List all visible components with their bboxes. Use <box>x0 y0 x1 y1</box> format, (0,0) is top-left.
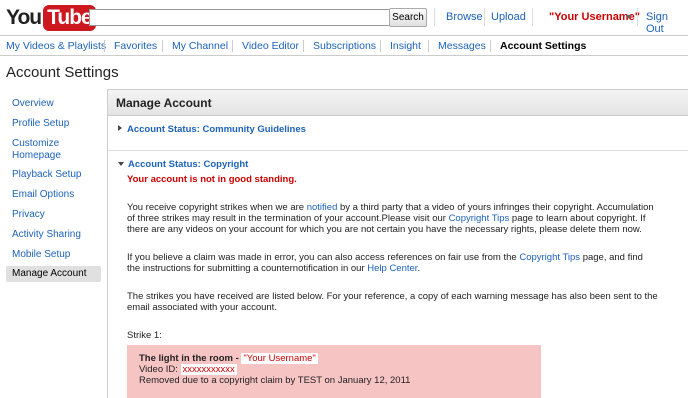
divider <box>490 40 491 52</box>
expand-arrow-icon[interactable] <box>118 125 122 131</box>
community-guidelines-title[interactable]: Account Status: Community Guidelines <box>127 124 306 135</box>
strikes-explanation: You receive copyright strikes when we ar… <box>118 202 658 235</box>
text: . <box>417 263 421 274</box>
sidebar-item-playback-setup[interactable]: Playback Setup <box>6 167 101 183</box>
account-nav: My Videos & Playlists Favorites My Chann… <box>0 35 688 56</box>
sidebar-item-customize-homepage[interactable]: Customize Homepage <box>6 136 66 164</box>
divider <box>434 8 435 26</box>
sign-out-link[interactable]: Sign Out <box>646 11 688 35</box>
divider <box>532 8 533 26</box>
divider <box>484 8 485 26</box>
nav-my-channel[interactable]: My Channel <box>172 40 228 52</box>
copyright-section-title[interactable]: Account Status: Copyright <box>128 159 248 170</box>
notified-link[interactable]: notified <box>307 202 338 213</box>
video-id-label: Video ID: <box>139 364 181 375</box>
main-panel: Manage Account Account Status: Community… <box>107 89 688 398</box>
copyright-tips-link-2[interactable]: Copyright Tips <box>519 252 580 263</box>
strike-video-title: The light in the room - <box>139 353 242 364</box>
header: You Tube Search Browse Upload "Your User… <box>0 0 688 36</box>
strikes-list-intro: The strikes you have received are listed… <box>127 291 658 313</box>
page-title: Account Settings <box>6 64 119 81</box>
upload-link[interactable]: Upload <box>491 11 526 23</box>
text: If you believe a claim was made in error… <box>127 252 520 263</box>
claim-error-info: If you believe a claim was made in error… <box>118 252 658 274</box>
strike-removed-text: Removed due to a copyright claim by TEST… <box>139 375 411 386</box>
logo-tube-text: Tube <box>43 5 96 31</box>
search-button[interactable]: Search <box>389 8 427 27</box>
logo-you-text: You <box>6 6 42 29</box>
strike-username: "Your Username" <box>241 353 318 364</box>
sidebar-item-manage-account[interactable]: Manage Account <box>6 266 101 282</box>
divider <box>232 40 233 52</box>
help-center-link[interactable]: Help Center <box>367 263 417 274</box>
copyright-tips-link[interactable]: Copyright Tips <box>449 213 510 224</box>
divider <box>104 40 105 52</box>
divider <box>428 40 429 52</box>
account-warning: Your account is not in good standing. <box>127 174 297 185</box>
copyright-section-header[interactable]: Account Status: Copyright <box>118 159 678 170</box>
chevron-down-icon[interactable] <box>626 15 632 19</box>
community-guidelines-section[interactable]: Account Status: Community Guidelines <box>108 116 688 151</box>
strike-card: The light in the room - "Your Username" … <box>127 345 541 398</box>
text: You receive copyright strikes when we ar… <box>127 202 307 213</box>
sidebar-item-activity-sharing[interactable]: Activity Sharing <box>6 227 101 243</box>
nav-favorites[interactable]: Favorites <box>114 40 157 52</box>
collapse-arrow-icon[interactable] <box>118 162 124 166</box>
search-input[interactable] <box>89 9 389 26</box>
strike-label: Strike 1: <box>127 330 162 341</box>
sidebar-item-privacy[interactable]: Privacy <box>6 207 101 223</box>
nav-my-videos[interactable]: My Videos & Playlists <box>6 40 106 52</box>
youtube-logo[interactable]: You Tube <box>6 5 96 31</box>
strike-title-row: The light in the room - "Your Username" <box>139 353 529 364</box>
sidebar: Overview Profile Setup Customize Homepag… <box>6 96 101 282</box>
sidebar-item-overview[interactable]: Overview <box>6 96 101 112</box>
strike-video-id-row: Video ID: xxxxxxxxxxx <box>139 364 529 375</box>
panel-title: Manage Account <box>108 90 688 116</box>
copyright-section: Account Status: Copyright Your account i… <box>108 151 688 398</box>
nav-subscriptions[interactable]: Subscriptions <box>313 40 376 52</box>
video-id-value: xxxxxxxxxxx <box>180 364 237 375</box>
sidebar-item-profile-setup[interactable]: Profile Setup <box>6 116 101 132</box>
divider <box>637 8 638 26</box>
browse-link[interactable]: Browse <box>446 11 483 23</box>
nav-insight[interactable]: Insight <box>390 40 421 52</box>
nav-video-editor[interactable]: Video Editor <box>242 40 299 52</box>
nav-messages[interactable]: Messages <box>438 40 486 52</box>
sidebar-item-email-options[interactable]: Email Options <box>6 187 101 203</box>
divider <box>380 40 381 52</box>
divider <box>303 40 304 52</box>
divider <box>162 40 163 52</box>
sidebar-item-mobile-setup[interactable]: Mobile Setup <box>6 247 101 263</box>
nav-account-settings[interactable]: Account Settings <box>500 40 586 52</box>
